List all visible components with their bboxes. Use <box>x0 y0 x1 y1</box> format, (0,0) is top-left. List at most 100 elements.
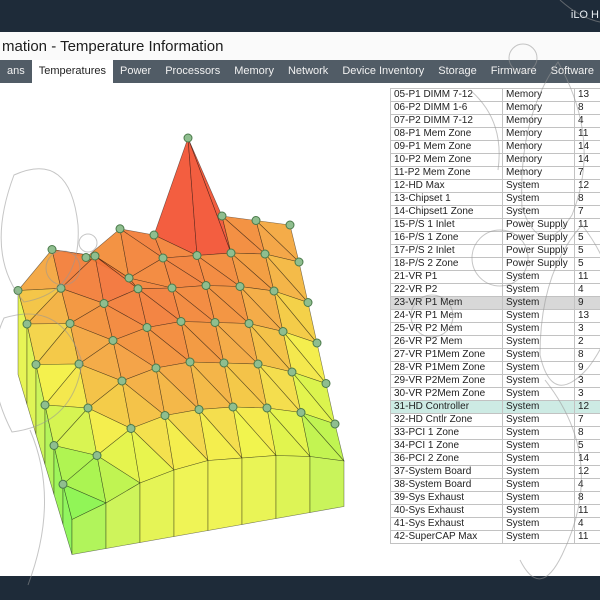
sensor-point[interactable] <box>118 377 126 385</box>
table-row[interactable]: 05-P1 DIMM 7-12Memory13 <box>391 89 600 102</box>
tab-firmware[interactable]: Firmware <box>484 60 544 83</box>
table-row[interactable]: 25-VR P2 MemSystem3 <box>391 323 600 336</box>
table-row[interactable]: 33-PCI 1 ZoneSystem8 <box>391 427 600 440</box>
table-row[interactable]: 27-VR P1Mem ZoneSystem8 <box>391 349 600 362</box>
surface-face <box>208 458 242 531</box>
sensor-point[interactable] <box>84 404 92 412</box>
table-row[interactable]: 09-P1 Mem ZoneMemory14 <box>391 141 600 154</box>
tab-power[interactable]: Power <box>113 60 158 83</box>
tab-temperatures[interactable]: Temperatures <box>32 60 113 83</box>
sensor-point[interactable] <box>82 254 90 262</box>
sensor-point[interactable] <box>236 283 244 291</box>
sensor-point[interactable] <box>127 425 135 433</box>
table-row[interactable]: 23-VR P1 MemSystem9 <box>391 297 600 310</box>
sensor-point[interactable] <box>152 364 160 372</box>
table-row[interactable]: 16-P/S 1 ZonePower Supply5 <box>391 232 600 245</box>
sensor-point[interactable] <box>195 406 203 414</box>
sensor-point[interactable] <box>270 287 278 295</box>
sensor-point[interactable] <box>134 285 142 293</box>
sensor-point[interactable] <box>220 359 228 367</box>
table-row[interactable]: 10-P2 Mem ZoneMemory14 <box>391 154 600 167</box>
sensor-point[interactable] <box>150 231 158 239</box>
sensor-point[interactable] <box>263 404 271 412</box>
table-row[interactable]: 41-Sys ExhaustSystem4 <box>391 518 600 531</box>
table-row[interactable]: 18-P/S 2 ZonePower Supply5 <box>391 258 600 271</box>
table-row[interactable]: 06-P2 DIMM 1-6Memory8 <box>391 102 600 115</box>
sensor-point[interactable] <box>245 320 253 328</box>
sensor-point[interactable] <box>184 134 192 142</box>
sensor-point[interactable] <box>93 452 101 460</box>
sensor-point[interactable] <box>261 250 269 258</box>
sensor-point[interactable] <box>116 225 124 233</box>
table-row[interactable]: 29-VR P2Mem ZoneSystem3 <box>391 375 600 388</box>
tab-memory[interactable]: Memory <box>227 60 281 83</box>
table-row[interactable]: 30-VR P2Mem ZoneSystem3 <box>391 388 600 401</box>
sensor-point[interactable] <box>168 284 176 292</box>
table-row[interactable]: 31-HD ControllerSystem12 <box>391 401 600 414</box>
table-row[interactable]: 22-VR P2System4 <box>391 284 600 297</box>
table-row[interactable]: 28-VR P1Mem ZoneSystem9 <box>391 362 600 375</box>
table-row[interactable]: 21-VR P1System11 <box>391 271 600 284</box>
sensor-point[interactable] <box>177 318 185 326</box>
sensor-point[interactable] <box>286 221 294 229</box>
sensor-point[interactable] <box>193 252 201 260</box>
table-row[interactable]: 34-PCI 1 ZoneSystem5 <box>391 440 600 453</box>
table-row[interactable]: 42-SuperCAP MaxSystem11 <box>391 531 600 544</box>
sensor-point[interactable] <box>322 380 330 388</box>
sensor-point[interactable] <box>143 324 151 332</box>
table-row[interactable]: 17-P/S 2 InletPower Supply5 <box>391 245 600 258</box>
tab-software[interactable]: Software <box>544 60 600 83</box>
sensor-point[interactable] <box>227 249 235 257</box>
sensor-point[interactable] <box>211 319 219 327</box>
table-row[interactable]: 37-System BoardSystem12 <box>391 466 600 479</box>
tab-storage[interactable]: Storage <box>431 60 484 83</box>
sensor-point[interactable] <box>295 258 303 266</box>
sensor-point[interactable] <box>331 420 339 428</box>
table-row[interactable]: 40-Sys ExhaustSystem11 <box>391 505 600 518</box>
table-row[interactable]: 11-P2 Mem ZoneMemory7 <box>391 167 600 180</box>
sensor-point[interactable] <box>91 252 99 260</box>
sensor-point[interactable] <box>229 403 237 411</box>
sensor-point[interactable] <box>23 320 31 328</box>
sensor-point[interactable] <box>202 282 210 290</box>
tab-network[interactable]: Network <box>281 60 335 83</box>
sensor-point[interactable] <box>159 254 167 262</box>
table-row[interactable]: 32-HD Cntlr ZoneSystem7 <box>391 414 600 427</box>
sensor-point[interactable] <box>313 339 321 347</box>
table-row[interactable]: 26-VR P2 MemSystem2 <box>391 336 600 349</box>
sensor-point[interactable] <box>254 360 262 368</box>
table-row[interactable]: 12-HD MaxSystem12 <box>391 180 600 193</box>
sensor-point[interactable] <box>125 274 133 282</box>
sensor-point[interactable] <box>50 442 58 450</box>
tab-device-inventory[interactable]: Device Inventory <box>335 60 431 83</box>
table-row[interactable]: 38-System BoardSystem4 <box>391 479 600 492</box>
sensor-point[interactable] <box>218 212 226 220</box>
sensor-point[interactable] <box>32 361 40 369</box>
sensor-point[interactable] <box>14 287 22 295</box>
table-row[interactable]: 36-PCI 2 ZoneSystem14 <box>391 453 600 466</box>
tab-ans[interactable]: ans <box>0 60 32 83</box>
sensor-point[interactable] <box>279 328 287 336</box>
sensor-point[interactable] <box>48 246 56 254</box>
sensor-point[interactable] <box>109 337 117 345</box>
sensor-point[interactable] <box>252 217 260 225</box>
table-row[interactable]: 13-Chipset 1System8 <box>391 193 600 206</box>
sensor-point[interactable] <box>161 412 169 420</box>
table-row[interactable]: 14-Chipset1 ZoneSystem7 <box>391 206 600 219</box>
table-row[interactable]: 08-P1 Mem ZoneMemory11 <box>391 128 600 141</box>
sensor-point[interactable] <box>288 368 296 376</box>
sensor-point[interactable] <box>304 299 312 307</box>
sensor-point[interactable] <box>75 360 83 368</box>
table-row[interactable]: 07-P2 DIMM 7-12Memory4 <box>391 115 600 128</box>
tab-processors[interactable]: Processors <box>158 60 227 83</box>
table-row[interactable]: 15-P/S 1 InletPower Supply11 <box>391 219 600 232</box>
table-row[interactable]: 24-VR P1 MemSystem13 <box>391 310 600 323</box>
sensor-point[interactable] <box>57 284 65 292</box>
sensor-point[interactable] <box>186 358 194 366</box>
sensor-point[interactable] <box>297 409 305 417</box>
sensor-point[interactable] <box>66 320 74 328</box>
sensor-point[interactable] <box>41 401 49 409</box>
sensor-point[interactable] <box>59 480 67 488</box>
sensor-point[interactable] <box>100 300 108 308</box>
table-row[interactable]: 39-Sys ExhaustSystem8 <box>391 492 600 505</box>
